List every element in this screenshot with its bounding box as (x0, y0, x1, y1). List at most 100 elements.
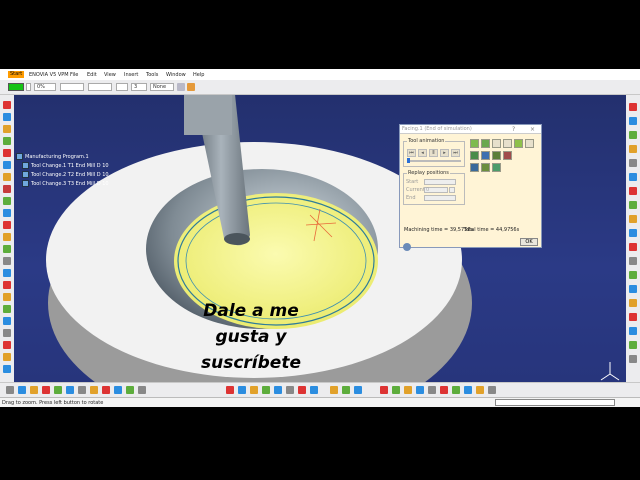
tool-icon[interactable] (629, 285, 637, 293)
tool-icon[interactable] (102, 386, 110, 394)
tool-icon[interactable] (3, 365, 11, 373)
animation-slider-track[interactable] (407, 160, 461, 162)
tool-icon[interactable] (3, 197, 11, 205)
tool-icon[interactable] (3, 329, 11, 337)
tool-icon[interactable] (629, 131, 637, 139)
pause-button[interactable]: Ⅱ (429, 149, 438, 157)
menu-edit[interactable]: Edit (87, 72, 97, 78)
tool-icon[interactable] (238, 386, 246, 394)
tool-icon[interactable] (440, 386, 448, 394)
tool-icon[interactable] (488, 386, 496, 394)
properties-icon[interactable] (187, 83, 195, 91)
tool-icon[interactable] (354, 386, 362, 394)
tool-icon[interactable] (404, 386, 412, 394)
menu-help[interactable]: Help (193, 72, 204, 78)
tool-icon[interactable] (3, 101, 11, 109)
power-input-field[interactable] (495, 399, 615, 406)
compare-icon[interactable] (525, 139, 534, 148)
tool-icon[interactable] (3, 341, 11, 349)
tool-icon[interactable] (342, 386, 350, 394)
linetype-combo[interactable] (60, 83, 84, 91)
video-mode-icon[interactable] (470, 139, 479, 148)
tool-icon[interactable] (452, 386, 460, 394)
tool-icon[interactable] (629, 187, 637, 195)
tool-icon[interactable] (3, 305, 11, 313)
tool-icon[interactable] (629, 145, 637, 153)
tool-icon[interactable] (380, 386, 388, 394)
color-swatch[interactable] (8, 83, 24, 91)
menu-view[interactable]: View (104, 72, 116, 78)
tool-icon[interactable] (6, 386, 14, 394)
tool-icon[interactable] (3, 137, 11, 145)
tool-icon[interactable] (126, 386, 134, 394)
dialog-close-button[interactable]: × (530, 125, 535, 134)
tool-icon[interactable] (114, 386, 122, 394)
tool-icon[interactable] (464, 386, 472, 394)
tool-icon[interactable] (629, 215, 637, 223)
current-spinner[interactable] (449, 187, 455, 193)
menu-tools[interactable]: Tools (146, 72, 158, 78)
tool-icon[interactable] (629, 159, 637, 167)
tool-icon[interactable] (250, 386, 258, 394)
tool-icon[interactable] (3, 185, 11, 193)
start-field[interactable] (424, 179, 456, 185)
layer-combo[interactable]: 3 (131, 83, 147, 91)
tool-icon[interactable] (330, 386, 338, 394)
analysis-icon[interactable] (514, 139, 523, 148)
tool-icon[interactable] (629, 243, 637, 251)
tool-icon[interactable] (629, 257, 637, 265)
tool-icon[interactable] (629, 201, 637, 209)
stock-display-icon[interactable] (481, 151, 490, 160)
tool-icon[interactable] (3, 209, 11, 217)
tool-icon[interactable] (66, 386, 74, 394)
tool-icon[interactable] (3, 353, 11, 361)
tool-icon[interactable] (298, 386, 306, 394)
tool-icon[interactable] (629, 341, 637, 349)
tool-icon[interactable] (629, 313, 637, 321)
tool-display-icon[interactable] (470, 151, 479, 160)
format-painter-icon[interactable] (177, 83, 185, 91)
menu-insert[interactable]: Insert (124, 72, 138, 78)
tool-icon[interactable] (629, 103, 637, 111)
tool-icon[interactable] (226, 386, 234, 394)
menu-enovia[interactable]: ENOVIA V5 VPM (29, 72, 69, 78)
tool-icon[interactable] (3, 113, 11, 121)
tool-icon[interactable] (310, 386, 318, 394)
tool-icon[interactable] (18, 386, 26, 394)
menu-file[interactable]: File (70, 72, 78, 78)
fast-forward-button[interactable]: ⏭ (451, 149, 460, 157)
step-back-button[interactable]: ◂ (418, 149, 427, 157)
tool-icon[interactable] (3, 221, 11, 229)
tool-icon[interactable] (3, 257, 11, 265)
tool-icon[interactable] (138, 386, 146, 394)
material-removal-icon[interactable] (481, 163, 490, 172)
rewind-button[interactable]: ⏮ (407, 149, 416, 157)
tool-icon[interactable] (30, 386, 38, 394)
tool-icon[interactable] (78, 386, 86, 394)
tool-icon[interactable] (629, 355, 637, 363)
tree-item[interactable]: Tool Change.1 T1 End Mill D 10 (22, 162, 109, 169)
tool-icon[interactable] (629, 271, 637, 279)
tool-icon[interactable] (3, 293, 11, 301)
tool-icon[interactable] (3, 173, 11, 181)
filter-combo[interactable]: None (150, 83, 174, 91)
tool-icon[interactable] (392, 386, 400, 394)
cutting-icon[interactable] (470, 163, 479, 172)
end-field[interactable] (424, 195, 456, 201)
tool-icon[interactable] (629, 173, 637, 181)
ok-button[interactable]: OK (520, 238, 538, 246)
tool-icon[interactable] (3, 269, 11, 277)
color-dropdown[interactable] (26, 83, 31, 91)
axis-compass-icon[interactable] (599, 360, 621, 382)
tool-icon[interactable] (286, 386, 294, 394)
tool-mode-icon[interactable] (492, 163, 501, 172)
tool-icon[interactable] (3, 149, 11, 157)
tree-item[interactable]: Tool Change.3 T3 End Mill D 10 (22, 180, 109, 187)
tree-root[interactable]: Manufacturing Program.1 (16, 153, 89, 160)
collision-icon[interactable] (503, 151, 512, 160)
tool-icon[interactable] (3, 125, 11, 133)
animation-slider-handle[interactable] (407, 158, 410, 163)
tool-icon[interactable] (54, 386, 62, 394)
tool-icon[interactable] (476, 386, 484, 394)
tool-icon[interactable] (629, 229, 637, 237)
